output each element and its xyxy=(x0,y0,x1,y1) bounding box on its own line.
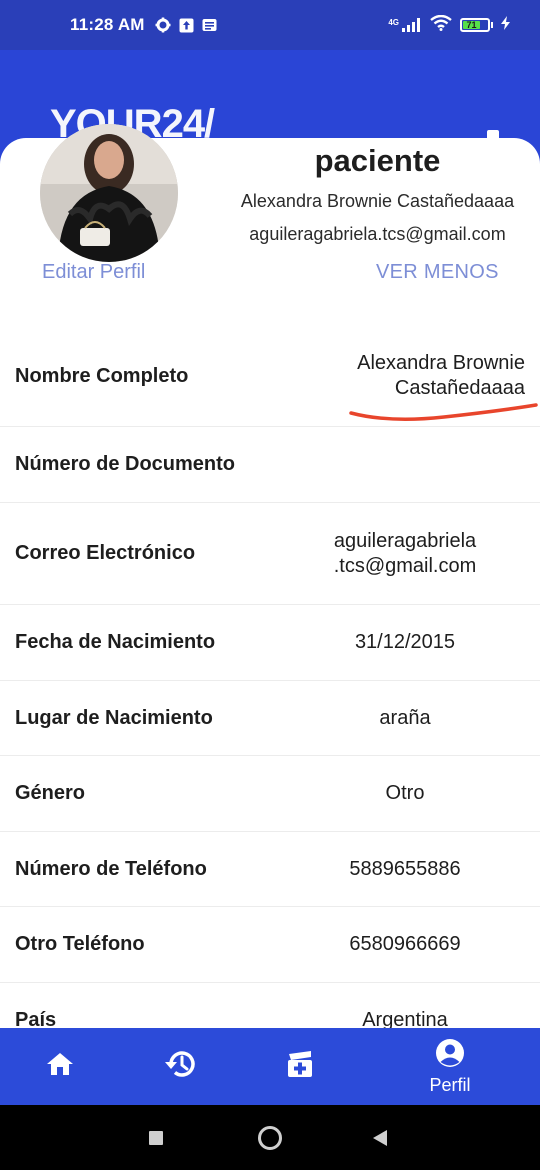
user-full-name: Alexandra Brownie Castañedaaaa xyxy=(240,191,515,211)
row-label: Lugar de Nacimiento xyxy=(15,706,213,729)
bottom-navigation: Perfil xyxy=(0,1028,540,1105)
wifi-icon xyxy=(430,14,452,36)
history-icon xyxy=(163,1048,197,1085)
row-value: Alexandra Brownie Castañedaaaa xyxy=(357,351,525,399)
row-label: Número de Teléfono xyxy=(15,857,207,880)
edit-profile-link[interactable]: Editar Perfil xyxy=(42,261,145,284)
nav-home[interactable] xyxy=(0,1028,120,1105)
status-time: 11:28 AM xyxy=(70,15,145,34)
medical-add-icon xyxy=(285,1049,315,1084)
row-value: 6580966669 xyxy=(349,933,461,955)
profile-details-table: Nombre Completo Alexandra Brownie Castañ… xyxy=(0,327,540,1059)
row-gender: Género Otro xyxy=(0,756,540,832)
avatar[interactable] xyxy=(40,124,178,262)
charging-icon xyxy=(501,15,510,35)
network-type: 4G xyxy=(388,18,399,27)
row-phone: Número de Teléfono 5889655886 xyxy=(0,832,540,907)
row-birth-date: Fecha de Nacimiento 31/12/2015 xyxy=(0,605,540,681)
row-value: aguileragabriela .tcs@gmail.com xyxy=(333,529,477,577)
home-icon xyxy=(46,1051,74,1082)
see-less-toggle[interactable]: VER MENOS xyxy=(376,261,499,284)
user-role: paciente xyxy=(314,143,441,178)
row-email: Correo Electrónico aguileragabriela .tcs… xyxy=(0,503,540,605)
nav-history[interactable] xyxy=(120,1028,240,1105)
nav-medical[interactable] xyxy=(240,1028,360,1105)
battery-level: 71 xyxy=(463,20,481,30)
nav-profile[interactable]: Perfil xyxy=(360,1028,540,1105)
row-other-phone: Otro Teléfono 6580966669 xyxy=(0,907,540,983)
row-label: Número de Documento xyxy=(15,453,236,475)
account-circle-icon xyxy=(435,1038,465,1073)
home-system-button[interactable] xyxy=(257,1125,283,1156)
back-system-button[interactable] xyxy=(371,1129,389,1152)
row-label: Otro Teléfono xyxy=(15,933,145,955)
upload-icon xyxy=(179,18,194,33)
user-email: aguileragabriela.tcs@gmail.com xyxy=(249,224,506,244)
row-label: Género xyxy=(15,782,86,804)
battery-icon: 71 xyxy=(460,18,493,32)
settings-icon xyxy=(155,17,171,33)
recent-apps-button[interactable] xyxy=(148,1130,164,1151)
row-value: 5889655886 xyxy=(349,857,461,880)
row-value: 31/12/2015 xyxy=(354,631,456,653)
row-label: Nombre Completo xyxy=(15,365,189,387)
row-birth-place: Lugar de Nacimiento araña xyxy=(0,681,540,756)
annotation-underline xyxy=(349,403,538,421)
row-label: Correo Electrónico xyxy=(15,542,196,564)
signal-icon: 4G xyxy=(388,18,422,32)
nav-profile-label: Perfil xyxy=(429,1074,471,1095)
row-value: Otro xyxy=(385,782,425,804)
row-value: araña xyxy=(379,706,431,729)
row-label: Fecha de Nacimiento xyxy=(15,631,216,653)
system-navigation-bar xyxy=(0,1105,540,1170)
message-icon xyxy=(202,18,217,33)
row-document-number: Número de Documento xyxy=(0,427,540,503)
status-bar: 11:28 AM 4G 71 xyxy=(0,0,540,50)
